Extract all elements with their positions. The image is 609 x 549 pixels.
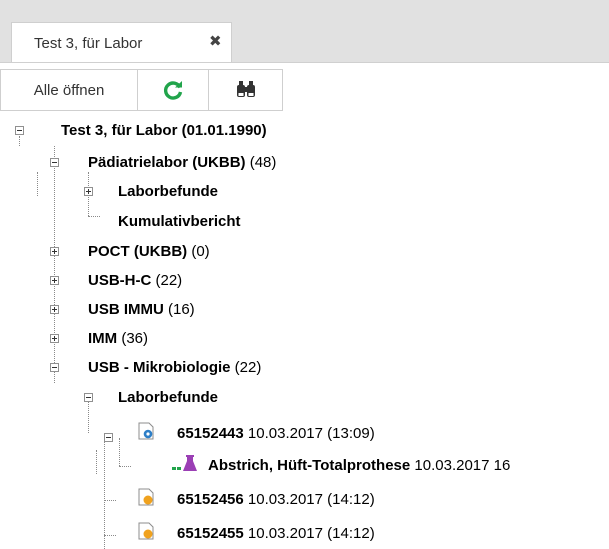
expand-toggle[interactable] [50, 276, 59, 285]
expand-toggle[interactable] [50, 334, 59, 343]
expand-toggle[interactable] [84, 187, 93, 196]
node-count: (22) [155, 272, 183, 289]
report-row[interactable]: 65152443 10.03.2017 (13:09) [177, 424, 375, 444]
report-id: 65152456 [177, 491, 244, 508]
toolbar: Alle öffnen [0, 69, 283, 111]
node-count: (48) [249, 154, 277, 171]
search-button[interactable] [209, 70, 282, 110]
node-count: (16) [168, 301, 195, 318]
node-name: USB IMMU [88, 301, 164, 318]
expand-toggle[interactable] [50, 247, 59, 256]
tree-node-poct[interactable]: POCT (UKBB) (0) [88, 242, 210, 262]
tree-line [104, 535, 116, 536]
tree-root[interactable]: Test 3, für Labor (01.01.1990) [61, 121, 267, 141]
tree-line [104, 438, 105, 549]
lab-flask-icon [172, 455, 197, 471]
node-count: (0) [191, 243, 210, 260]
tree-line [19, 136, 20, 146]
tree-line [119, 466, 131, 467]
node-count: (22) [234, 359, 262, 376]
report-row[interactable]: 65152456 10.03.2017 (14:12) [177, 490, 375, 510]
tree-root-label: Test 3, für Labor (01.01.1990) [61, 122, 267, 139]
collapse-toggle[interactable] [84, 393, 93, 402]
tree-line [88, 398, 89, 433]
report-pending-icon [138, 488, 154, 506]
refresh-icon [163, 81, 183, 100]
tab-bar: Test 3, für Labor ✖ [0, 0, 609, 63]
specimen-row[interactable]: Abstrich, Hüft-Totalprothese 10.03.2017 … [208, 456, 510, 476]
tree-node-laborbefunde[interactable]: Laborbefunde [118, 182, 218, 202]
report-id: 65152455 [177, 525, 244, 542]
binoculars-icon [236, 81, 255, 97]
expand-toggle[interactable] [50, 305, 59, 314]
collapse-toggle[interactable] [50, 363, 59, 372]
report-date: 10.03.2017 (13:09) [247, 425, 375, 442]
tree-node-usb-h-c[interactable]: USB-H-C (22) [88, 271, 182, 291]
report-pending-icon [138, 522, 154, 540]
tab-patient[interactable]: Test 3, für Labor ✖ [11, 22, 232, 62]
report-date: 10.03.2017 (14:12) [247, 525, 375, 542]
report-in-progress-icon [138, 422, 154, 440]
refresh-button[interactable] [138, 70, 209, 110]
tree-line [104, 500, 116, 501]
tree-node-laborbefunde-mibi[interactable]: Laborbefunde [118, 388, 218, 408]
tree-line [119, 438, 120, 466]
report-row[interactable]: 65152455 10.03.2017 (14:12) [177, 524, 375, 544]
node-name: Pädiatrielabor (UKBB) [88, 154, 246, 171]
tree-node-usb-mikrobiologie[interactable]: USB - Mikrobiologie (22) [88, 358, 261, 378]
node-name: Kumulativbericht [118, 213, 241, 230]
node-name: USB-H-C [88, 272, 152, 289]
node-name: USB - Mikrobiologie [88, 359, 231, 376]
tree-node-kumulativbericht[interactable]: Kumulativbericht [118, 212, 241, 232]
collapse-toggle[interactable] [15, 126, 24, 135]
tree-line [96, 450, 97, 474]
specimen-date: 10.03.2017 16 [414, 457, 511, 474]
tree-node-imm[interactable]: IMM (36) [88, 329, 148, 349]
node-name: Laborbefunde [118, 183, 218, 200]
close-icon[interactable]: ✖ [209, 32, 222, 50]
tree-line [88, 216, 100, 217]
tree-node-paediatrielabor[interactable]: Pädiatrielabor (UKBB) (48) [88, 153, 276, 173]
node-name: IMM [88, 330, 118, 347]
tree-line [54, 146, 55, 383]
node-count: (36) [121, 330, 149, 347]
specimen-title: Abstrich, Hüft-Totalprothese [208, 457, 411, 474]
node-name: POCT (UKBB) [88, 243, 188, 260]
collapse-toggle[interactable] [50, 158, 59, 167]
tree-line [37, 172, 38, 196]
open-all-button[interactable]: Alle öffnen [1, 70, 138, 110]
node-name: Laborbefunde [118, 389, 218, 406]
tab-label: Test 3, für Labor [34, 35, 143, 52]
tree-node-usb-immu[interactable]: USB IMMU (16) [88, 300, 195, 320]
report-date: 10.03.2017 (14:12) [247, 491, 375, 508]
report-id: 65152443 [177, 425, 244, 442]
collapse-toggle[interactable] [104, 433, 113, 442]
